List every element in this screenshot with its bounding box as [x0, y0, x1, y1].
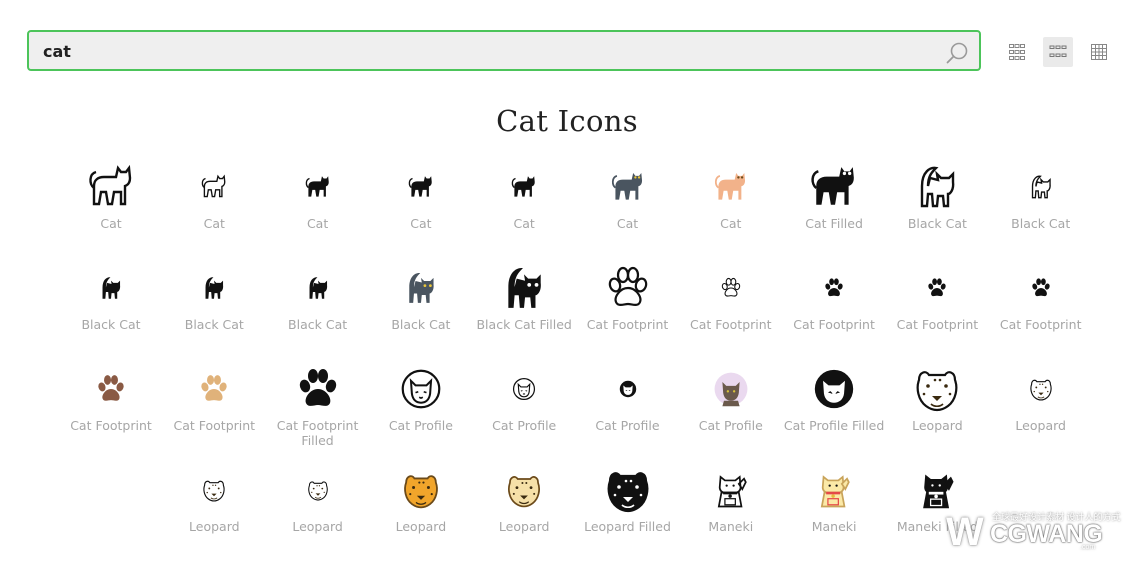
cat-outline-small-icon — [162, 158, 266, 216]
icon-label: Cat Footprint — [173, 418, 256, 433]
icon-label: Maneki — [708, 519, 754, 534]
icon-label: Black Cat Filled — [476, 317, 572, 332]
paw-filled-small-icon — [782, 259, 886, 317]
black-cat-small-icon — [162, 259, 266, 317]
icon-label: Leopard — [498, 519, 550, 534]
cat-profile-outline-large-icon — [369, 360, 473, 418]
leopard-filled-large-icon — [576, 461, 680, 519]
leopard-outline-small-icon — [989, 360, 1093, 418]
icon-label: Cat Footprint — [999, 317, 1082, 332]
cat-filled-large-icon — [782, 158, 886, 216]
icon-label: Cat Profile — [595, 418, 660, 433]
icon-label: Leopard — [395, 519, 447, 534]
leopard-outline-small-icon — [162, 461, 266, 519]
black-cat-outline-small-icon — [989, 158, 1093, 216]
cat-outline-large-icon — [59, 158, 163, 216]
icon-label: Black Cat — [391, 317, 451, 332]
black-cat-gray-color-icon — [369, 259, 473, 317]
search-icon[interactable] — [945, 41, 969, 65]
icon-label: Cat — [720, 216, 742, 231]
cat-profile-filled-small-icon — [576, 360, 680, 418]
leopard-filled-small-icon — [266, 461, 370, 519]
search-input[interactable]: cat — [27, 30, 981, 71]
paw-tan-color-icon — [162, 360, 266, 418]
cat-filled-small-icon — [472, 158, 576, 216]
icon-label: Leopard — [189, 519, 240, 534]
medium-grid-icon — [1049, 45, 1067, 57]
icon-label: Cat Profile — [388, 418, 453, 433]
icon-label: Leopard — [292, 519, 343, 534]
cat-orange-color-icon — [679, 158, 783, 216]
icon-label: Maneki — [811, 519, 857, 534]
cat-profile-outline-small-icon — [472, 360, 576, 418]
icon-label: Cat Profile Filled — [783, 418, 885, 433]
maneki-outline-icon — [679, 461, 783, 519]
icon-label: Cat Profile — [698, 418, 763, 433]
view-list-grid-button[interactable] — [1084, 37, 1114, 67]
view-medium-grid-button[interactable] — [1043, 37, 1073, 67]
icon-label: Black Cat — [907, 216, 967, 231]
icon-label: Cat — [513, 216, 535, 231]
cat-gray-color-icon — [576, 158, 680, 216]
icon-label: Cat — [203, 216, 225, 231]
paw-brown-color-icon — [59, 360, 163, 418]
maneki-color-icon — [782, 461, 886, 519]
cat-filled-small-icon — [266, 158, 370, 216]
leopard-cream-color-icon — [472, 461, 576, 519]
watermark: W 全球最好设计素材 设计人的方式 CGWANG .com — [946, 508, 1121, 554]
icon-label: Cat Footprint — [896, 317, 979, 332]
icon-label: Black Cat — [288, 317, 348, 332]
leopard-yellow-color-icon — [369, 461, 473, 519]
icon-label: Cat Profile — [492, 418, 557, 433]
paw-filled-small-icon — [989, 259, 1093, 317]
icon-label: Cat — [100, 216, 122, 231]
small-grid-icon — [1009, 44, 1025, 60]
icon-label: Cat Footprint — [70, 418, 152, 433]
icon-label: Cat — [616, 216, 639, 231]
search-query-text: cat — [43, 42, 71, 61]
page-title: Cat Icons — [496, 104, 638, 138]
icon-label: Black Cat — [184, 317, 244, 332]
icon-label: Cat — [410, 216, 432, 231]
paw-filled-small-icon — [885, 259, 989, 317]
black-cat-filled-large-icon — [472, 259, 576, 317]
leopard-outline-large-icon — [885, 360, 989, 418]
icon-label: Leopard Filled — [584, 519, 671, 534]
icon-search-page: cat Cat Icons Cat Cat Cat Cat Cat Cat Ca… — [0, 0, 1134, 566]
icon-label: Black Cat — [1011, 216, 1071, 231]
watermark-domain: .com — [1080, 544, 1096, 551]
icon-label: Cat Footprint — [586, 317, 669, 332]
cat-profile-color-icon — [679, 360, 783, 418]
icon-label: Leopard — [1015, 418, 1066, 433]
icon-label: Cat — [306, 216, 329, 231]
table-grid-icon — [1091, 44, 1107, 60]
icon-label: Cat Footprint — [793, 317, 875, 332]
paw-filled-large-icon — [266, 360, 370, 418]
cat-profile-filled-large-icon — [782, 360, 886, 418]
black-cat-small-icon — [59, 259, 163, 317]
view-small-grid-button[interactable] — [1002, 37, 1032, 67]
icon-label: Cat Filled — [805, 216, 863, 231]
paw-outline-small-icon — [679, 259, 783, 317]
icon-label: Cat Footprint — [690, 317, 772, 332]
cat-filled-small-icon — [369, 158, 473, 216]
icon-label: Leopard — [912, 418, 963, 433]
icon-label: Cat Footprint Filled — [276, 418, 359, 448]
black-cat-outline-large-icon — [885, 158, 989, 216]
black-cat-small-icon — [266, 259, 370, 317]
paw-outline-large-icon — [576, 259, 680, 317]
watermark-logo: W — [946, 510, 984, 554]
icon-label: Black Cat — [81, 317, 141, 332]
